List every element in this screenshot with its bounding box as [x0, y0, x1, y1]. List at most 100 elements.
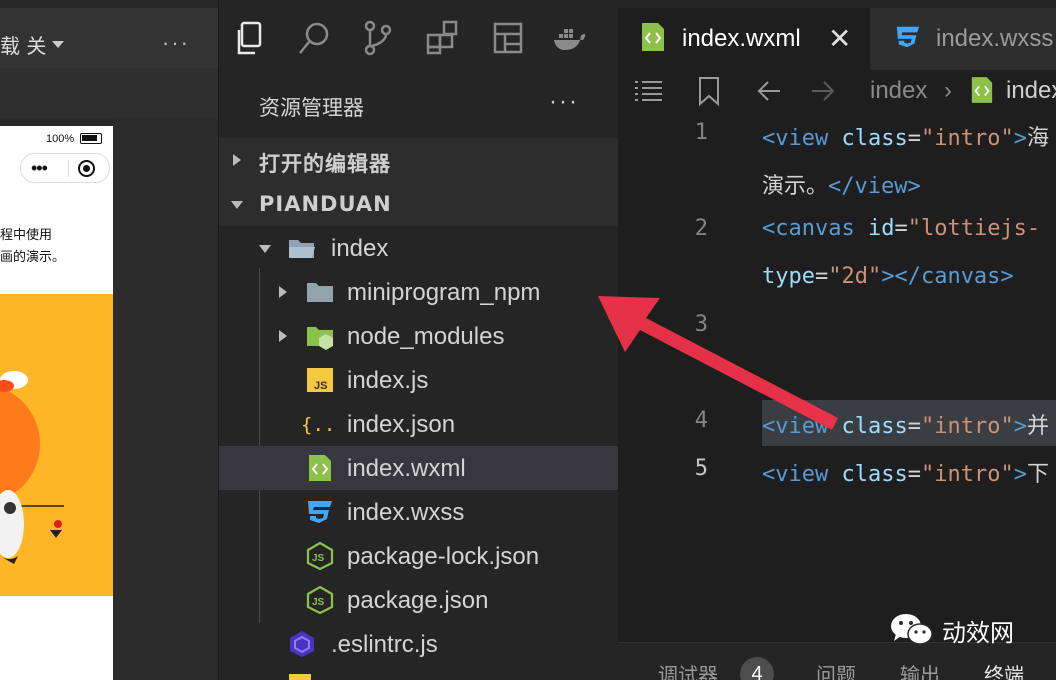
extensions-icon[interactable] — [425, 20, 459, 56]
miniprogram-capsule: ••• — [20, 153, 110, 183]
code-token: 下 — [1026, 462, 1049, 487]
editor-tab-bar: index.wxml ✕ index.wxss — [618, 0, 1056, 70]
eslint-file-icon — [287, 630, 317, 658]
tab-output[interactable]: 输出 — [900, 659, 940, 680]
tree-item-node-modules[interactable]: node_modules — [219, 314, 619, 358]
tree-item-label: index.json — [347, 411, 456, 438]
tab-terminal[interactable]: 终端 — [984, 659, 1024, 680]
chevron-right-icon: › — [944, 77, 952, 104]
code-editor[interactable]: 1 <view class="intro">海 演示。</view> 2 <canvas… — [618, 114, 1056, 642]
section-open-editors-label: 打开的编辑器 — [259, 152, 391, 176]
code-token: = — [907, 126, 921, 151]
source-control-icon[interactable] — [361, 20, 395, 56]
section-open-editors[interactable]: 打开的编辑器 — [219, 138, 619, 182]
json-file-icon: {...} — [301, 410, 358, 438]
code-line[interactable]: <view class="intro">下 — [762, 456, 1049, 488]
tree-item-package-json[interactable]: JS package.json — [219, 578, 619, 622]
tree-item-index-js[interactable]: JS index.js — [219, 358, 619, 402]
line-number: 3 — [694, 312, 708, 337]
simulator-gutter — [113, 118, 218, 680]
tab-debugger[interactable]: 调试器 — [658, 659, 718, 680]
code-line[interactable]: 演示。</view> — [762, 168, 921, 200]
simulator-pane: 载 关 ··· 100% ••• 程中使用 画的演示。 — [0, 0, 218, 680]
explorer-more-button[interactable]: ··· — [549, 88, 579, 116]
code-token: class — [841, 126, 908, 151]
code-line[interactable]: type="2d"></canvas> — [762, 264, 1014, 289]
line-number: 2 — [694, 216, 708, 241]
tree-item-index[interactable]: index — [219, 226, 619, 270]
section-project-label: PIANDUAN — [259, 192, 392, 216]
tree-item-label: index — [331, 235, 389, 262]
node-folder-icon — [305, 322, 335, 350]
arrow-right-icon[interactable] — [810, 80, 836, 107]
app-root: 载 关 ··· 100% ••• 程中使用 画的演示。 资源管理器 ··· 打开… — [0, 0, 1056, 680]
phone-screen: 100% ••• 程中使用 画的演示。 — [0, 126, 113, 680]
section-project[interactable]: PIANDUAN — [219, 182, 619, 226]
chevron-down-icon[interactable] — [52, 41, 64, 48]
battery-icon — [80, 133, 102, 144]
explorer-title: 资源管理器 — [259, 96, 364, 120]
code-token: id — [867, 216, 895, 241]
code-line[interactable]: <canvas id="lottiejs- — [762, 216, 1040, 241]
tree-item-eslintrc[interactable]: .eslintrc.js — [219, 622, 619, 666]
code-token: <view — [762, 414, 842, 439]
code-line[interactable]: <view class="intro">海 — [762, 120, 1049, 152]
breadcrumb-item[interactable]: index — [1006, 77, 1056, 105]
tree-item-index-wxss[interactable]: index.wxss — [219, 490, 619, 534]
capsule-close-icon[interactable] — [78, 160, 95, 177]
tree-item-index-wxml[interactable]: index.wxml — [219, 446, 619, 490]
code-token: = — [907, 462, 921, 487]
folder-open-icon — [287, 234, 317, 262]
tab-index-wxss[interactable]: index.wxss — [870, 8, 1056, 70]
search-icon[interactable] — [297, 20, 331, 56]
code-token: "lottiejs- — [907, 216, 1041, 241]
activity-bar — [218, 0, 618, 70]
tree-item-package-lock-json[interactable]: JS package-lock.json — [219, 534, 619, 578]
svg-text:JS: JS — [312, 597, 325, 608]
tab-index-wxml[interactable]: index.wxml ✕ — [618, 8, 870, 70]
svg-text:JS: JS — [314, 380, 327, 392]
list-icon[interactable] — [634, 78, 664, 109]
capsule-more-button[interactable]: ••• — [31, 158, 48, 179]
code-line[interactable]: <view class="intro">并 — [762, 408, 1049, 440]
breadcrumb-item[interactable]: index — [870, 77, 927, 105]
nodejs-file-icon: JS — [305, 585, 335, 615]
simulator-strip — [0, 68, 218, 118]
code-token: > — [1013, 462, 1027, 487]
code-token: "2d" — [828, 264, 882, 289]
tree-item-label: package.json — [347, 587, 489, 614]
tree-item-label: node_modules — [347, 323, 505, 350]
tree-item-label: index.wxss — [347, 499, 465, 526]
tree-item-miniprogram-npm[interactable]: miniprogram_npm — [219, 270, 619, 314]
chevron-right-icon — [279, 286, 287, 298]
simulator-more-button[interactable]: ··· — [162, 30, 190, 56]
code-token: > — [1013, 414, 1027, 439]
watermark-text: 动效网 — [942, 618, 1014, 647]
tab-problems[interactable]: 问题 — [816, 659, 856, 680]
simulator-toolbar-label[interactable]: 载 关 — [0, 30, 46, 59]
wxml-file-icon — [970, 76, 994, 109]
tab-label: index.wxml — [682, 25, 801, 52]
line-number: 4 — [694, 408, 708, 433]
code-token: 海 — [1026, 126, 1049, 151]
wechat-icon — [891, 614, 933, 645]
tree-item-index-json[interactable]: {...} index.json — [219, 402, 619, 446]
tab-label: index.wxss — [936, 25, 1054, 52]
code-token: "intro" — [920, 462, 1014, 487]
code-token: class — [841, 462, 908, 487]
line-number: 1 — [694, 120, 708, 145]
layout-icon[interactable] — [491, 20, 525, 56]
js-file-icon: JS — [305, 366, 335, 394]
code-token: <view — [762, 462, 842, 487]
bookmark-icon[interactable] — [698, 76, 720, 111]
explorer-panel: 资源管理器 ··· 打开的编辑器 PIANDUAN index miniprog… — [218, 70, 619, 680]
arrow-left-icon[interactable] — [756, 80, 782, 107]
close-icon[interactable]: ✕ — [828, 22, 851, 55]
intro-text-line-2: 画的演示。 — [0, 250, 66, 265]
code-token: > — [1013, 126, 1027, 151]
code-token: = — [894, 216, 908, 241]
code-token: </view> — [828, 174, 921, 199]
explorer-icon[interactable] — [233, 20, 267, 56]
docker-icon[interactable] — [553, 20, 587, 56]
css-file-icon — [894, 24, 922, 55]
